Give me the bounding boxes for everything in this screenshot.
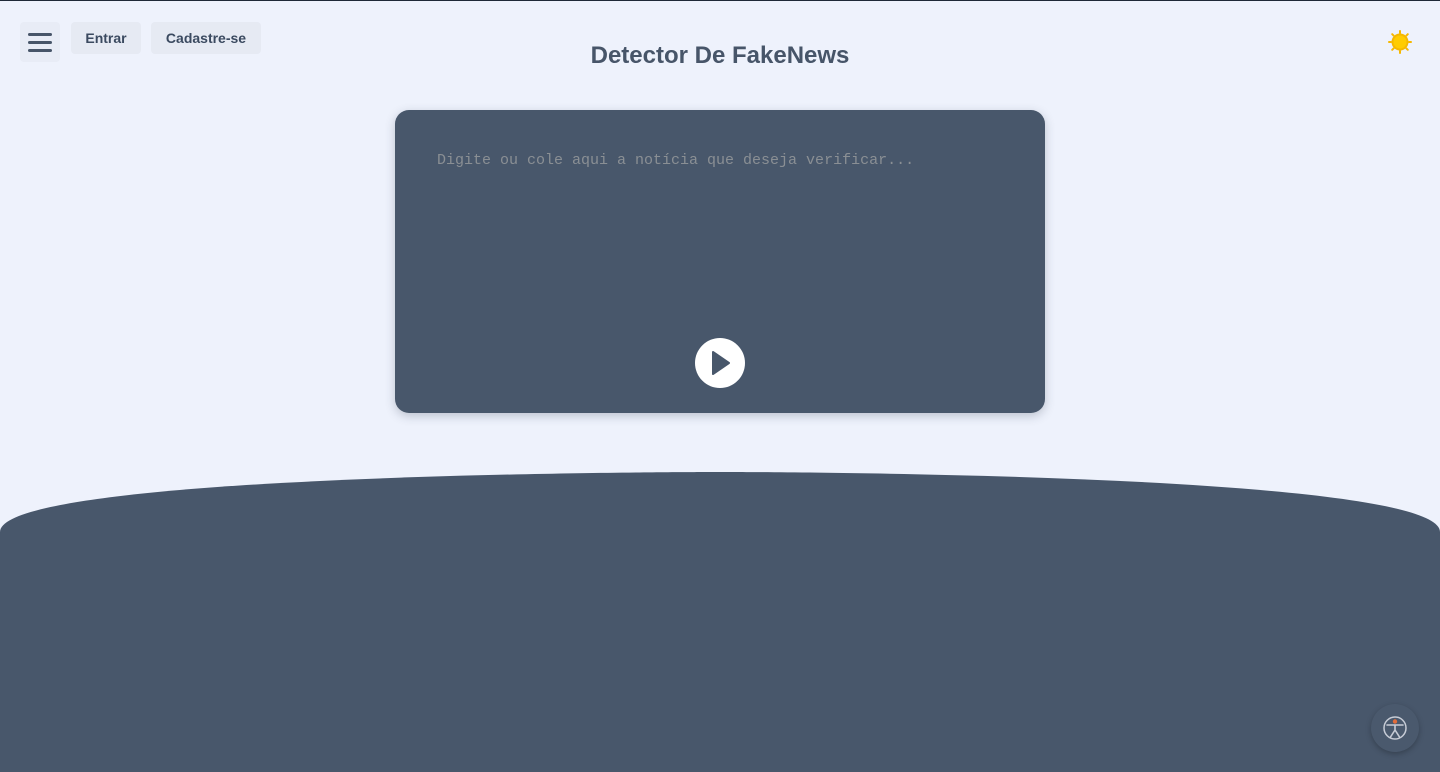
accessibility-button[interactable] bbox=[1371, 704, 1419, 752]
footer-wave-background bbox=[0, 472, 1440, 772]
sun-icon bbox=[1388, 30, 1412, 54]
verify-button[interactable] bbox=[695, 338, 745, 388]
news-text-input[interactable] bbox=[425, 140, 1015, 320]
news-checker-card bbox=[395, 110, 1045, 413]
theme-toggle-button[interactable] bbox=[1388, 30, 1412, 54]
page-title: Detector De FakeNews bbox=[590, 42, 850, 69]
play-icon bbox=[712, 351, 730, 375]
accessibility-icon bbox=[1383, 716, 1407, 740]
menu-icon-bar-top bbox=[28, 32, 52, 36]
